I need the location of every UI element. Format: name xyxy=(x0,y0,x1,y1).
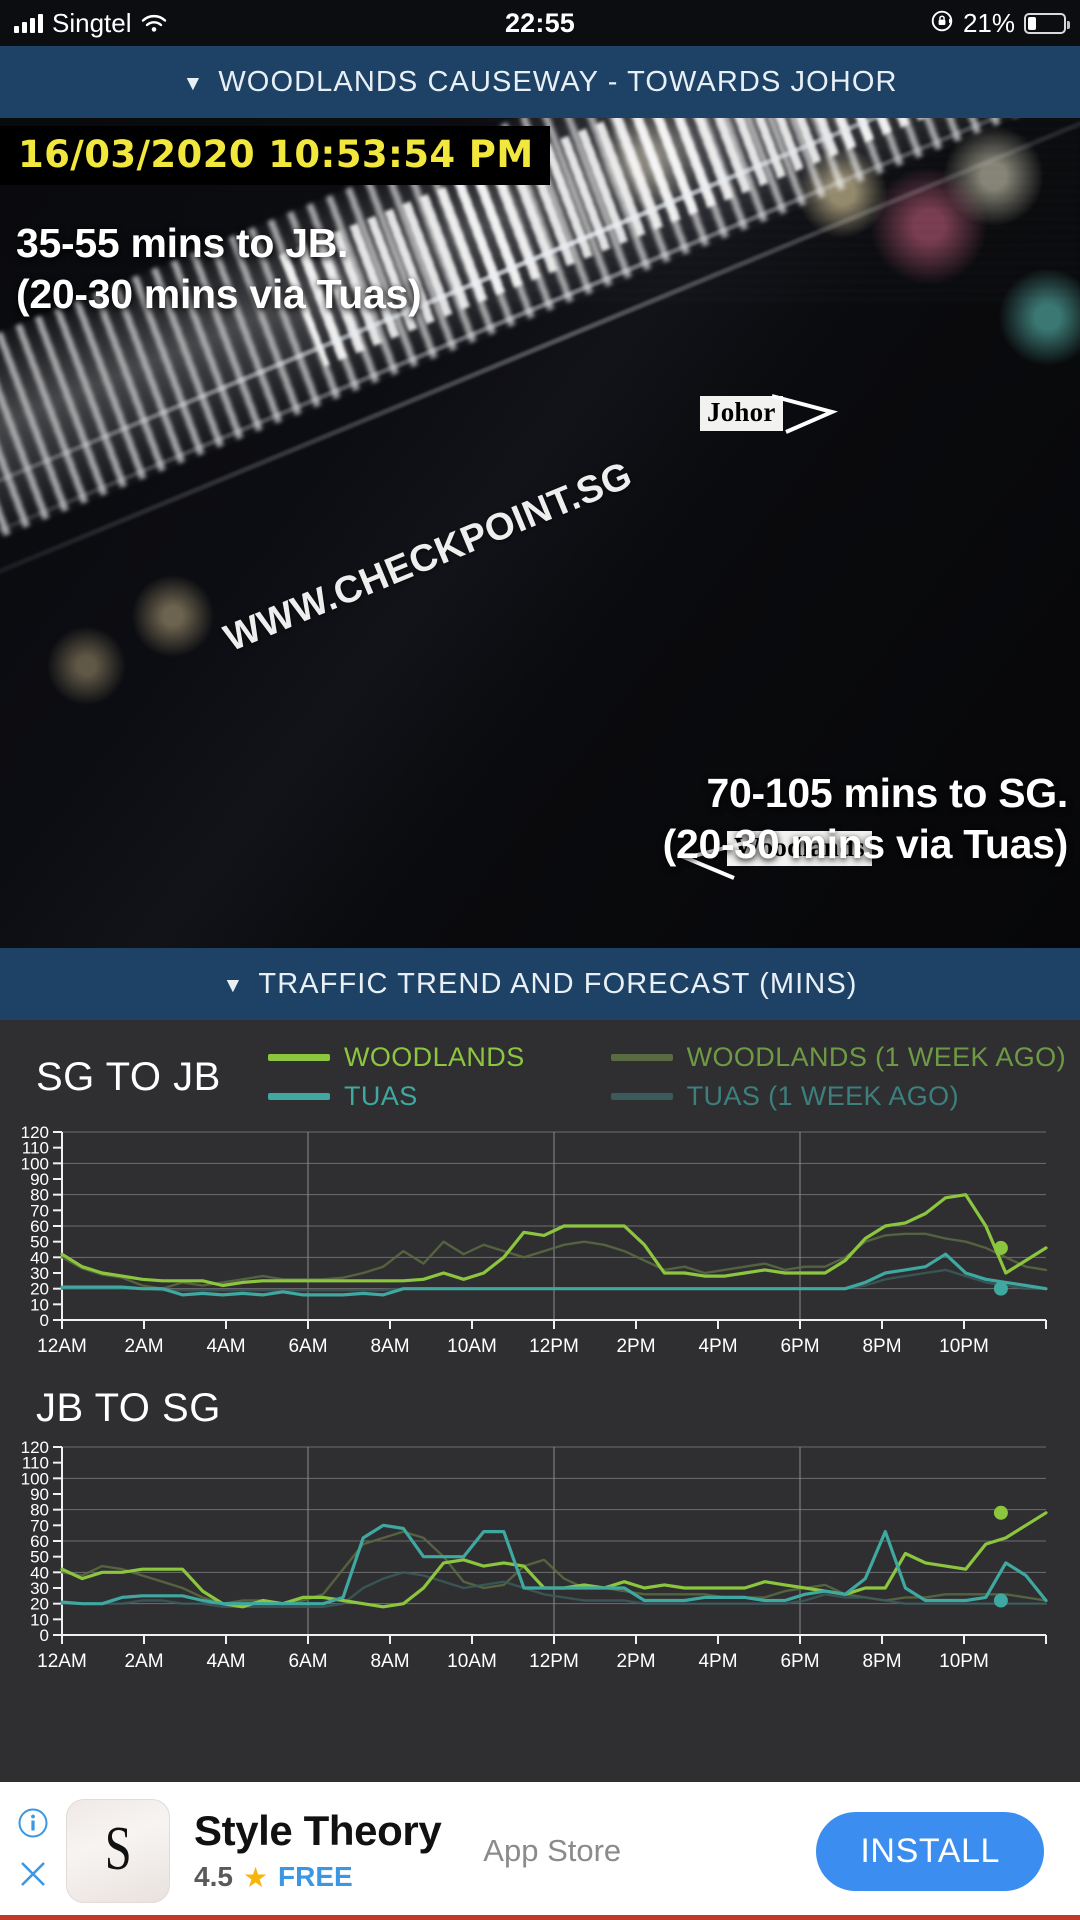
johor-arrow-icon xyxy=(771,394,839,434)
svg-text:12PM: 12PM xyxy=(529,1651,579,1672)
svg-text:2AM: 2AM xyxy=(124,1651,163,1672)
svg-text:12AM: 12AM xyxy=(37,1336,87,1357)
svg-text:10PM: 10PM xyxy=(939,1336,989,1357)
svg-text:6AM: 6AM xyxy=(288,1336,327,1357)
travel-time-to-jb: 35-55 mins to JB. (20-30 mins via Tuas) xyxy=(16,218,422,321)
ad-price-label: FREE xyxy=(278,1861,353,1893)
app-root: Singtel 22:55 21% ▼ WOODLANDS CAUSEWAY -… xyxy=(0,0,1080,1920)
svg-text:4AM: 4AM xyxy=(206,1336,245,1357)
travel-time-to-jb-line1: 35-55 mins to JB. xyxy=(16,220,349,266)
chart-title-jb-to-sg: JB TO SG xyxy=(36,1386,221,1430)
svg-text:120: 120 xyxy=(21,1438,49,1457)
svg-text:10AM: 10AM xyxy=(447,1651,497,1672)
svg-text:4PM: 4PM xyxy=(698,1336,737,1357)
ad-rating-value: 4.5 xyxy=(194,1861,233,1893)
camera-section-header[interactable]: ▼ WOODLANDS CAUSEWAY - TOWARDS JOHOR xyxy=(0,46,1080,118)
star-icon: ★ xyxy=(242,1861,269,1893)
status-bar-clock: 22:55 xyxy=(504,7,576,38)
chart-jb-to-sg: JB TO SG 0 10 20 30 40 50 60 70 80 90 100 110 120 12A… xyxy=(0,1370,1080,1685)
traffic-camera-image[interactable]: 16/03/2020 10:53:54 PM 35-55 mins to JB.… xyxy=(0,118,1080,948)
legend-item-tuas-prev[interactable]: TUAS (1 WEEK AGO) xyxy=(610,1081,1066,1112)
camera-section-title: WOODLANDS CAUSEWAY - TOWARDS JOHOR xyxy=(218,65,898,98)
travel-time-to-sg-line1: 70-105 mins to SG. xyxy=(706,770,1069,816)
trend-section-header[interactable]: ▼ TRAFFIC TREND AND FORECAST (MINS) xyxy=(0,948,1080,1020)
svg-text:6PM: 6PM xyxy=(780,1336,819,1357)
info-icon[interactable] xyxy=(17,1807,49,1844)
svg-text:12AM: 12AM xyxy=(37,1651,87,1672)
trend-section-title: TRAFFIC TREND AND FORECAST (MINS) xyxy=(258,967,858,1000)
svg-text:12PM: 12PM xyxy=(529,1336,579,1357)
legend-label-woodlands: WOODLANDS xyxy=(344,1042,525,1072)
legend-swatch-woodlands-prev xyxy=(610,1054,673,1061)
battery-percent-label: 21% xyxy=(962,7,1015,38)
camera-timestamp: 16/03/2020 10:53:54 PM xyxy=(0,126,550,185)
status-bar-right: 21% xyxy=(930,0,1070,46)
charts-container: SG TO JB WOODLANDS WOODLANDS (1 WEEK AGO… xyxy=(0,1020,1080,1691)
legend-item-woodlands[interactable]: WOODLANDS xyxy=(268,1042,525,1073)
ad-app-title: Style Theory xyxy=(194,1807,442,1855)
legend-swatch-woodlands xyxy=(268,1054,330,1061)
svg-text:4PM: 4PM xyxy=(698,1651,737,1672)
travel-time-to-sg-line2: (20-30 mins via Tuas) xyxy=(662,821,1069,868)
ad-app-icon-letter: S xyxy=(104,1814,132,1883)
chart-title-sg-to-jb: SG TO JB xyxy=(36,1054,221,1099)
ad-bottom-rule xyxy=(0,1915,1080,1920)
ad-text-block: Style Theory 4.5 ★ FREE xyxy=(194,1807,442,1894)
svg-text:2PM: 2PM xyxy=(616,1336,655,1357)
svg-text:6PM: 6PM xyxy=(780,1651,819,1672)
svg-text:8AM: 8AM xyxy=(370,1651,409,1672)
travel-time-to-sg: 70-105 mins to SG. (20-30 mins via Tuas) xyxy=(662,768,1069,871)
chevron-down-icon-2: ▼ xyxy=(222,973,245,997)
ad-app-icon[interactable]: S xyxy=(66,1799,170,1903)
ad-app-meta: 4.5 ★ FREE xyxy=(194,1861,441,1894)
ad-banner[interactable]: S Style Theory 4.5 ★ FREE App Store INST… xyxy=(0,1782,1080,1920)
chart-plot-sg-to-jb: 0 10 20 30 40 50 60 70 80 90 100 110 120 12AM 2AM 4AM 6A… xyxy=(0,1120,1080,1370)
ad-store-label: App Store xyxy=(483,1833,622,1868)
chart-legend: SG TO JB WOODLANDS WOODLANDS (1 WEEK AGO… xyxy=(0,1020,1080,1120)
svg-text:10PM: 10PM xyxy=(939,1651,989,1672)
legend-item-tuas[interactable]: TUAS xyxy=(268,1081,525,1112)
svg-text:8PM: 8PM xyxy=(862,1336,901,1357)
close-icon[interactable] xyxy=(17,1858,49,1895)
chart-sg-to-jb: SG TO JB WOODLANDS WOODLANDS (1 WEEK AGO… xyxy=(0,1020,1080,1370)
svg-text:10AM: 10AM xyxy=(447,1336,497,1357)
legend-swatch-tuas-prev xyxy=(610,1093,673,1100)
legend-grid: WOODLANDS WOODLANDS (1 WEEK AGO) TUAS TU… xyxy=(268,1042,1066,1112)
chart-plot-jb-to-sg: 0 10 20 30 40 50 60 70 80 90 100 110 120 12AM 2AM 4AM 6A… xyxy=(0,1435,1080,1685)
ad-controls xyxy=(0,1782,66,1920)
legend-label-tuas: TUAS xyxy=(344,1081,418,1111)
svg-text:6AM: 6AM xyxy=(288,1651,327,1672)
legend-label-woodlands-prev: WOODLANDS (1 WEEK AGO) xyxy=(686,1042,1066,1072)
status-bar: Singtel 22:55 21% xyxy=(0,0,1080,46)
legend-item-woodlands-prev[interactable]: WOODLANDS (1 WEEK AGO) xyxy=(610,1042,1066,1073)
install-button[interactable]: INSTALL xyxy=(816,1811,1044,1891)
chevron-down-icon: ▼ xyxy=(182,71,205,95)
legend-label-tuas-prev: TUAS (1 WEEK AGO) xyxy=(686,1081,959,1111)
svg-text:4AM: 4AM xyxy=(206,1651,245,1672)
legend-swatch-tuas xyxy=(268,1093,330,1100)
rotation-lock-icon xyxy=(930,9,954,38)
svg-text:8AM: 8AM xyxy=(370,1336,409,1357)
svg-text:2AM: 2AM xyxy=(124,1336,163,1357)
svg-text:120: 120 xyxy=(21,1123,49,1142)
battery-icon xyxy=(1024,12,1070,34)
travel-time-to-jb-line2: (20-30 mins via Tuas) xyxy=(16,271,422,318)
svg-text:8PM: 8PM xyxy=(862,1651,901,1672)
svg-text:2PM: 2PM xyxy=(616,1651,655,1672)
